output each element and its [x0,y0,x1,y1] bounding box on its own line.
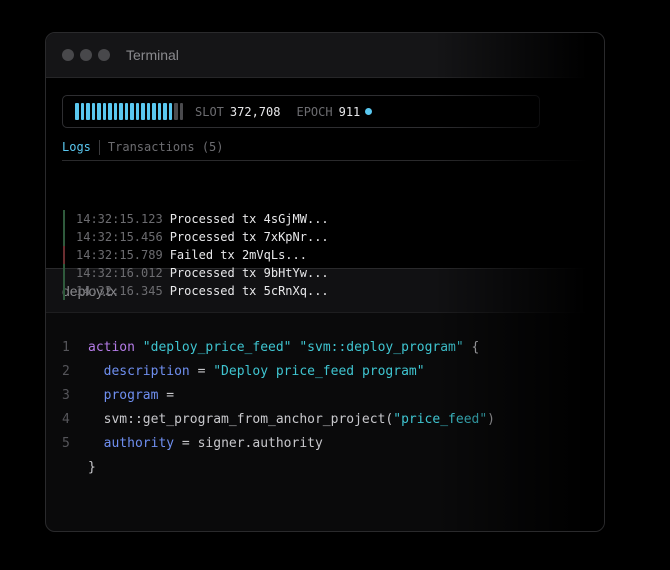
log-timestamp: 14:32:15.123 [76,212,163,226]
terminal-window: Terminal SLOT 372,708 EPOCH 911 Logs Tra… [45,32,605,532]
close-window-button[interactable] [62,49,74,61]
log-entry: 14:32:15.789 Failed tx 2mVqLs... [63,246,329,264]
log-message: Processed tx 7xKpNr... [169,230,329,244]
log-timestamp: 14:32:16.345 [76,284,163,298]
progress-segment [146,103,150,120]
property: description [103,363,190,379]
progress-segment [168,103,172,120]
log-entry: 14:32:16.345 Processed tx 5cRnXq... [63,282,329,300]
property: authority [103,435,175,451]
progress-segment [86,103,90,120]
log-list: 14:32:15.123 Processed tx 4sGjMW... 14:32:… [63,210,329,300]
log-timestamp: 14:32:15.789 [76,248,163,262]
progress-segment [91,103,95,120]
line-number: 3 [62,387,70,403]
code-line: 5 authority = signer.authority [46,431,604,455]
log-message: Processed tx 4sGjMW... [169,212,329,226]
slot-label: SLOT [195,104,224,119]
progress-segment [80,103,84,120]
progress-segment [141,103,145,120]
live-indicator-dot [365,108,373,115]
terminal-panel: SLOT 372,708 EPOCH 911 Logs Transactions… [46,78,604,300]
log-entry: 14:32:15.456 Processed tx 7xKpNr... [63,228,329,246]
code-line: 3 program = [46,383,604,407]
slot-progress-bar [75,103,183,120]
value: signer.authority [197,435,323,451]
line-number: 2 [62,363,70,379]
progress-segment [119,103,123,120]
string: "price_feed" [393,411,488,427]
operator: = [174,435,198,451]
function-call: svm::get_program_from_anchor_project( [103,411,394,427]
progress-segment [174,103,178,120]
operator: = [189,363,214,379]
line-number: 1 [62,339,70,355]
operator: = [158,387,175,403]
log-timestamp: 14:32:15.456 [76,230,163,244]
title-bar: Terminal [46,33,604,78]
minimize-window-button[interactable] [80,49,92,61]
tab-logs[interactable]: Logs [62,140,91,158]
progress-segment [75,103,79,120]
slot-status-bar: SLOT 372,708 EPOCH 911 [62,95,540,128]
log-entry: 14:32:15.123 Processed tx 4sGjMW... [63,210,329,228]
slot-value: 372,708 [229,104,281,119]
log-timestamp: 14:32:16.012 [76,266,163,280]
brace: } [88,459,96,475]
log-entry: 14:32:16.012 Processed tx 9bHtYw... [63,264,329,282]
code-line: 2 description = "Deploy price_feed progr… [46,359,604,383]
log-message: Failed tx 2mVqLs... [169,248,307,262]
progress-segment [135,103,139,120]
property: program [103,387,159,403]
keyword: action [88,339,135,355]
progress-segment [124,103,128,120]
progress-segment [108,103,112,120]
epoch-label: EPOCH [296,104,333,119]
log-message: Processed tx 9bHtYw... [169,266,329,280]
code-line: 1 action "deploy_price_feed" "svm::deploy… [46,335,604,359]
window-title: Terminal [126,47,179,63]
epoch-value: 911 [338,104,361,119]
progress-segment [152,103,156,120]
tab-divider [98,139,100,155]
progress-segment [157,103,161,120]
progress-segment [113,103,117,120]
string: "deploy_price_feed" [142,339,292,355]
paren: ) [487,411,495,427]
progress-segment [179,103,183,120]
log-message: Processed tx 5cRnXq... [169,284,329,298]
tab-transactions[interactable]: Transactions (5) [108,140,224,158]
brace: { [471,339,480,355]
progress-segment [102,103,106,120]
line-number: 4 [62,411,70,427]
progress-segment [163,103,167,120]
code-line: } [46,455,604,479]
maximize-window-button[interactable] [98,49,110,61]
progress-segment [130,103,134,120]
code-line: 4 svm::get_program_from_anchor_project("… [46,407,604,431]
line-number: 5 [62,435,70,451]
string: "svm::deploy_program" [299,339,464,355]
progress-segment [97,103,101,120]
terminal-tabs: Logs Transactions (5) [62,138,604,161]
string: "Deploy price_feed program" [213,363,425,379]
code-editor[interactable]: 1 action "deploy_price_feed" "svm::deploy… [46,313,604,479]
